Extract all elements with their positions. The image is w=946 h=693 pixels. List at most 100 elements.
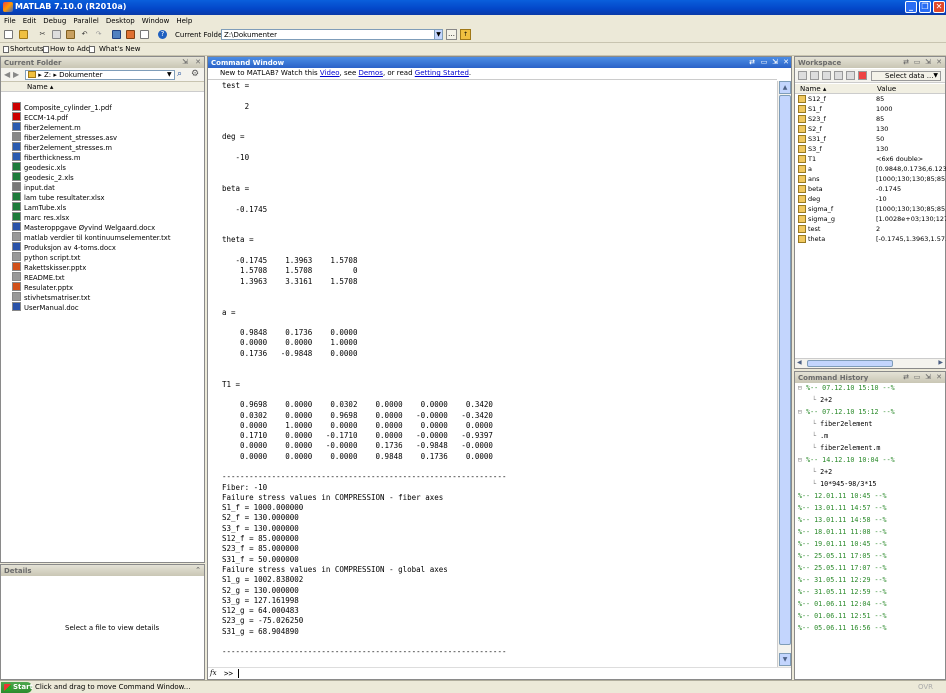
workspace-row[interactable]: S31_f 50: [798, 135, 944, 145]
workspace-row[interactable]: sigma_f [1000;130;130;85;85;...: [798, 205, 946, 215]
command-prompt[interactable]: fx >>: [208, 667, 791, 679]
new-file-icon[interactable]: [4, 30, 13, 39]
minimize-panel-icon[interactable]: ▭: [913, 59, 921, 66]
workspace-row[interactable]: sigma_g [1.0028e+03;130;127...: [798, 215, 946, 225]
history-session[interactable]: ⊟ %-- 07.12.10 15:10 --%: [798, 384, 895, 394]
close-panel-icon[interactable]: ✕: [782, 59, 790, 66]
fx-icon[interactable]: fx: [210, 669, 217, 677]
cut-icon[interactable]: ✂: [38, 30, 47, 39]
scroll-left-icon[interactable]: ◀: [797, 359, 802, 366]
menu-parallel[interactable]: Parallel: [69, 15, 102, 25]
history-session[interactable]: %-- 01.06.11 12:51 --%: [798, 612, 887, 622]
menu-debug[interactable]: Debug: [39, 15, 69, 25]
minimize-panel-icon[interactable]: ▭: [760, 59, 768, 66]
minimize-panel-icon[interactable]: ▭: [913, 374, 921, 381]
scroll-down-icon[interactable]: ▼: [779, 653, 791, 666]
search-icon[interactable]: ⌕: [177, 69, 182, 79]
whats-new-link[interactable]: What's New: [99, 45, 140, 53]
history-session[interactable]: %-- 31.05.11 12:29 --%: [798, 576, 887, 586]
folder-up-icon[interactable]: ↑: [460, 29, 471, 40]
column-name-header[interactable]: Name ▴: [27, 83, 53, 91]
print-icon[interactable]: [846, 71, 855, 80]
file-row[interactable]: stivhetsmatriser.txt: [12, 292, 90, 302]
column-value-header[interactable]: Value: [877, 85, 896, 93]
browse-folder-button[interactable]: …: [446, 29, 457, 40]
menu-window[interactable]: Window: [138, 15, 173, 25]
file-row[interactable]: Produksjon av 4-toms.docx: [12, 242, 116, 252]
dock-icon[interactable]: ⇲: [771, 59, 779, 66]
history-command[interactable]: └ 2+2: [812, 468, 832, 478]
maximize-button[interactable]: ❐: [919, 1, 931, 13]
workspace-row[interactable]: a [0.9848,0.1736,6.123...: [798, 165, 946, 175]
file-row[interactable]: Resulater.pptx: [12, 282, 73, 292]
file-row[interactable]: input.dat: [12, 182, 55, 192]
workspace-row[interactable]: S1_f 1000: [798, 105, 944, 115]
file-row[interactable]: python script.txt: [12, 252, 80, 262]
minimize-button[interactable]: _: [905, 1, 917, 13]
save-icon[interactable]: [834, 71, 843, 80]
scroll-thumb[interactable]: [807, 360, 893, 367]
close-button[interactable]: ✕: [933, 1, 945, 13]
file-row[interactable]: UserManual.doc: [12, 302, 79, 312]
file-row[interactable]: fiber2element_stresses.asv: [12, 132, 117, 142]
import-data-icon[interactable]: [822, 71, 831, 80]
menu-desktop[interactable]: Desktop: [102, 15, 138, 25]
history-session[interactable]: ⊟ %-- 14.12.10 10:04 --%: [798, 456, 895, 466]
file-list-header[interactable]: Name ▴: [1, 82, 204, 92]
scroll-right-icon[interactable]: ▶: [938, 359, 943, 366]
file-row[interactable]: Rakettskisser.pptx: [12, 262, 86, 272]
workspace-row[interactable]: test 2: [798, 225, 944, 235]
workspace-row[interactable]: T1 <6x6 double>: [798, 155, 944, 165]
path-folder[interactable]: Dokumenter: [59, 71, 102, 79]
workspace-row[interactable]: S3_f 130: [798, 145, 944, 155]
menu-help[interactable]: Help: [172, 15, 195, 25]
file-row[interactable]: README.txt: [12, 272, 65, 282]
collapse-icon[interactable]: ⊟: [798, 408, 806, 416]
column-name-header[interactable]: Name ▴: [800, 85, 826, 93]
simulink-icon[interactable]: [112, 30, 121, 39]
workspace-row[interactable]: S12_f 85: [798, 95, 944, 105]
file-row[interactable]: ECCM-14.pdf: [12, 112, 68, 122]
chevron-up-icon[interactable]: ⌃: [194, 567, 202, 574]
file-row[interactable]: matlab verdier til kontinuumselementer.t…: [12, 232, 171, 242]
scroll-up-icon[interactable]: ▲: [779, 81, 791, 94]
history-command[interactable]: └ 10*945-98/3*15: [812, 480, 876, 490]
history-command[interactable]: └ fiber2element: [812, 420, 872, 430]
file-row[interactable]: fiber2element.m: [12, 122, 81, 132]
path-drive[interactable]: Z:: [44, 71, 51, 79]
undo-icon[interactable]: ↶: [80, 30, 89, 39]
history-command[interactable]: └ .m: [812, 432, 828, 442]
guide-icon[interactable]: [126, 30, 135, 39]
profiler-icon[interactable]: [140, 30, 149, 39]
history-session[interactable]: %-- 12.01.11 10:45 --%: [798, 492, 887, 502]
collapse-icon[interactable]: ⊟: [798, 384, 806, 392]
history-session[interactable]: %-- 25.05.11 17:07 --%: [798, 564, 887, 574]
file-row[interactable]: Composite_cylinder_1.pdf: [12, 102, 112, 112]
history-session[interactable]: ⊟ %-- 07.12.10 15:12 --%: [798, 408, 895, 418]
dock-icon[interactable]: ⇲: [181, 59, 189, 66]
undock-icon[interactable]: ⇄: [902, 59, 910, 66]
file-row[interactable]: fiber2element_stresses.m: [12, 142, 112, 152]
command-window[interactable]: Command Window ⇄ ▭ ⇲ ✕ New to MATLAB? Wa…: [207, 56, 792, 680]
help-icon[interactable]: ?: [158, 30, 167, 39]
collapse-icon[interactable]: ⊟: [798, 456, 806, 464]
workspace-hscrollbar[interactable]: ◀ ▶: [795, 358, 945, 368]
copy-icon[interactable]: [52, 30, 61, 39]
close-panel-icon[interactable]: ✕: [935, 59, 943, 66]
undock-icon[interactable]: ⇄: [748, 59, 756, 66]
history-session[interactable]: %-- 31.05.11 12:59 --%: [798, 588, 887, 598]
open-variable-icon[interactable]: [810, 71, 819, 80]
close-panel-icon[interactable]: ✕: [935, 374, 943, 381]
workspace-row[interactable]: S2_f 130: [798, 125, 944, 135]
new-variable-icon[interactable]: [798, 71, 807, 80]
chevron-down-icon[interactable]: ▼: [434, 29, 443, 40]
file-row[interactable]: Masteroppgave Øyvind Welgaard.docx: [12, 222, 155, 232]
gear-icon[interactable]: ⚙: [191, 69, 199, 79]
workspace-row[interactable]: beta -0.1745: [798, 185, 944, 195]
file-row[interactable]: LamTube.xls: [12, 202, 66, 212]
menu-file[interactable]: File: [0, 15, 19, 25]
history-command[interactable]: └ 2+2: [812, 396, 832, 406]
start-button[interactable]: Start: [1, 682, 33, 693]
history-session[interactable]: %-- 01.06.11 12:04 --%: [798, 600, 887, 610]
scroll-thumb[interactable]: [779, 95, 791, 645]
